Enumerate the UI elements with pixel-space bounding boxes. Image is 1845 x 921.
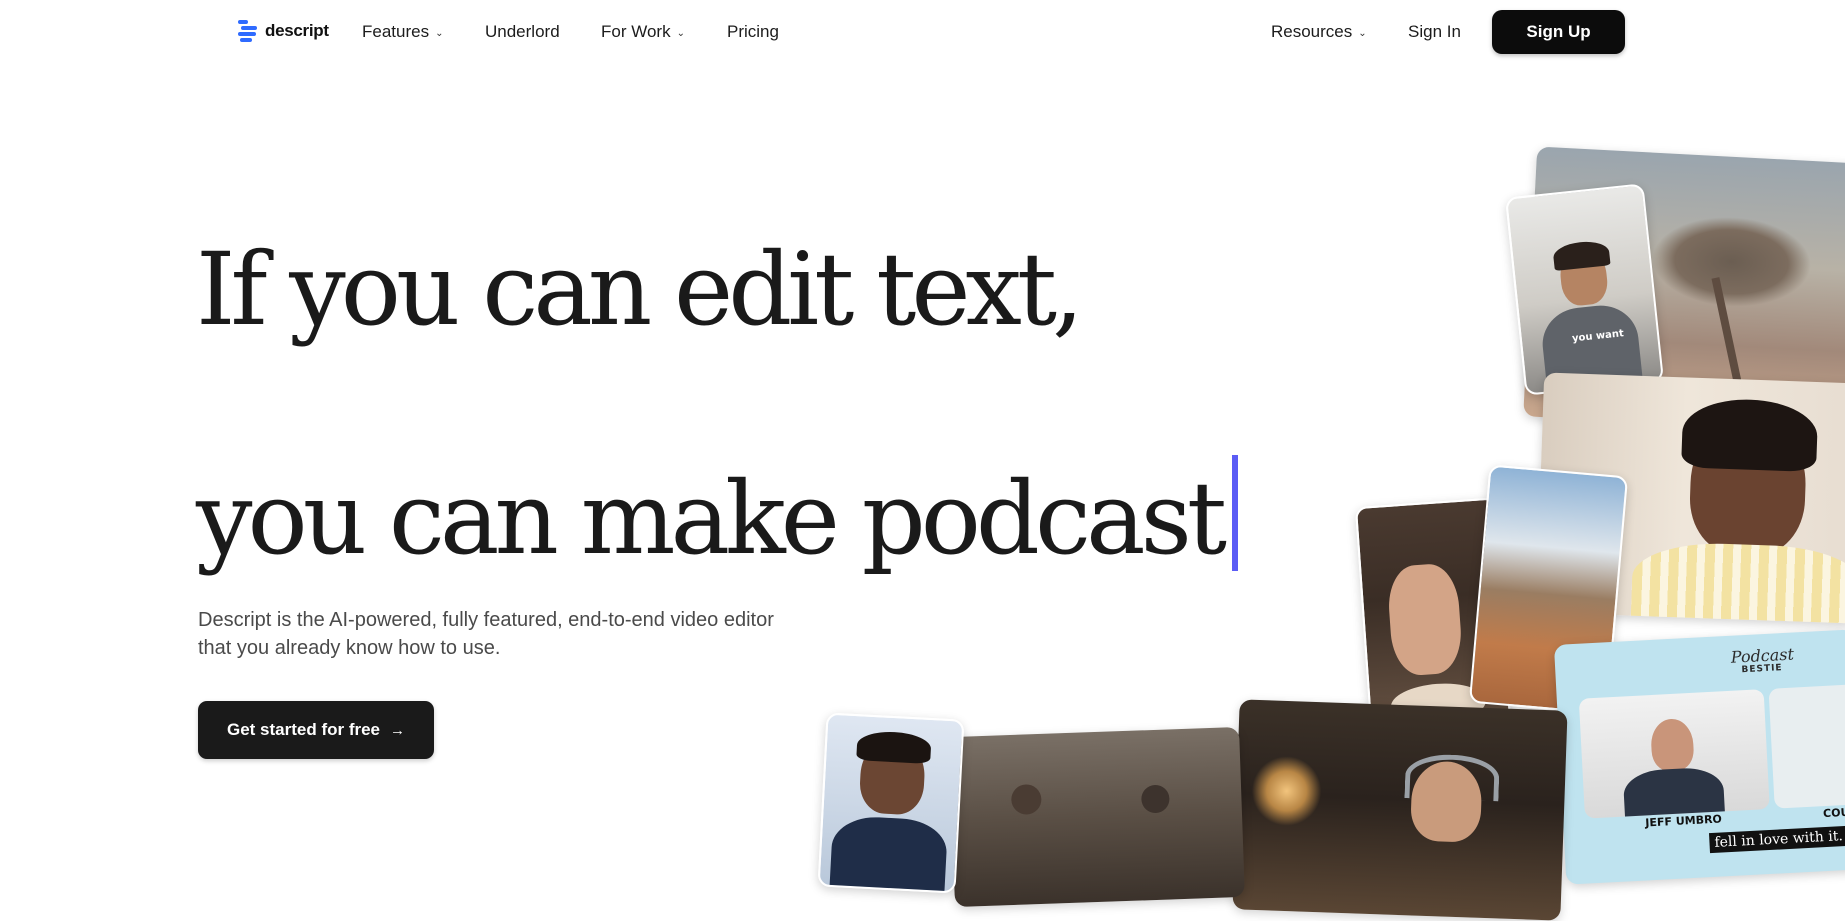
chevron-down-icon: ⌄ bbox=[435, 27, 444, 39]
top-navigation: descript Features ⌄ Underlord For Work ⌄… bbox=[0, 0, 1845, 64]
media-tile-podcast: Podcast BESTIE JEFF UMBRO COU fell in lo… bbox=[1553, 629, 1845, 885]
arrow-right-icon: → bbox=[390, 721, 406, 739]
chevron-down-icon: ⌄ bbox=[1358, 27, 1367, 39]
get-started-label: Get started for free bbox=[226, 720, 381, 739]
podcast-logo-sub: BESTIE bbox=[1741, 663, 1783, 676]
nav-pricing[interactable]: Pricing bbox=[727, 22, 779, 42]
nav-underlord[interactable]: Underlord bbox=[485, 22, 560, 42]
logo-text: descript bbox=[265, 21, 329, 40]
sign-up-button[interactable]: Sign Up bbox=[1492, 10, 1625, 54]
sign-in-label: Sign In bbox=[1408, 22, 1461, 41]
text-caret bbox=[1232, 455, 1239, 571]
hero-headline-line2-text: you can make podcast bbox=[196, 460, 1227, 577]
get-started-button[interactable]: Get started for free → bbox=[198, 701, 434, 759]
nav-for-work[interactable]: For Work ⌄ bbox=[601, 22, 685, 42]
nav-pricing-label: Pricing bbox=[727, 22, 779, 41]
guest-name-2: COU bbox=[1822, 805, 1845, 821]
descript-logo[interactable]: descript bbox=[238, 20, 329, 42]
media-tile-man-glasses bbox=[817, 712, 965, 894]
subtitle-overlay: fell in love with it. bbox=[1708, 825, 1845, 854]
sign-in-link[interactable]: Sign In bbox=[1408, 22, 1461, 42]
hero-headline-line1: If you can edit text, bbox=[196, 231, 1084, 348]
subtitle-overlay-text: fell in love with it. bbox=[1714, 828, 1844, 851]
hero-subtitle: Descript is the AI-powered, fully featur… bbox=[198, 606, 918, 662]
descript-logo-icon bbox=[238, 20, 258, 42]
nav-resources-label: Resources bbox=[1271, 22, 1353, 41]
nav-features[interactable]: Features ⌄ bbox=[362, 22, 443, 42]
chevron-down-icon: ⌄ bbox=[676, 27, 685, 39]
sign-up-label: Sign Up bbox=[1526, 22, 1591, 41]
hero-subtitle-line1: Descript is the AI-powered, fully featur… bbox=[198, 609, 774, 631]
nav-resources[interactable]: Resources ⌄ bbox=[1271, 22, 1367, 42]
media-tile-headphones bbox=[1232, 699, 1568, 921]
hero-headline-line2: you can make podcast bbox=[196, 455, 1239, 571]
nav-underlord-label: Underlord bbox=[485, 22, 560, 41]
nav-features-label: Features bbox=[362, 22, 430, 41]
media-tile-man-studio: you want bbox=[1504, 183, 1665, 396]
media-tile-studio-room bbox=[949, 726, 1245, 908]
guest-name-1: JEFF UMBRO bbox=[1645, 812, 1723, 830]
hero-subtitle-line2: that you already know how to use. bbox=[198, 637, 501, 659]
nav-for-work-label: For Work bbox=[601, 22, 671, 41]
